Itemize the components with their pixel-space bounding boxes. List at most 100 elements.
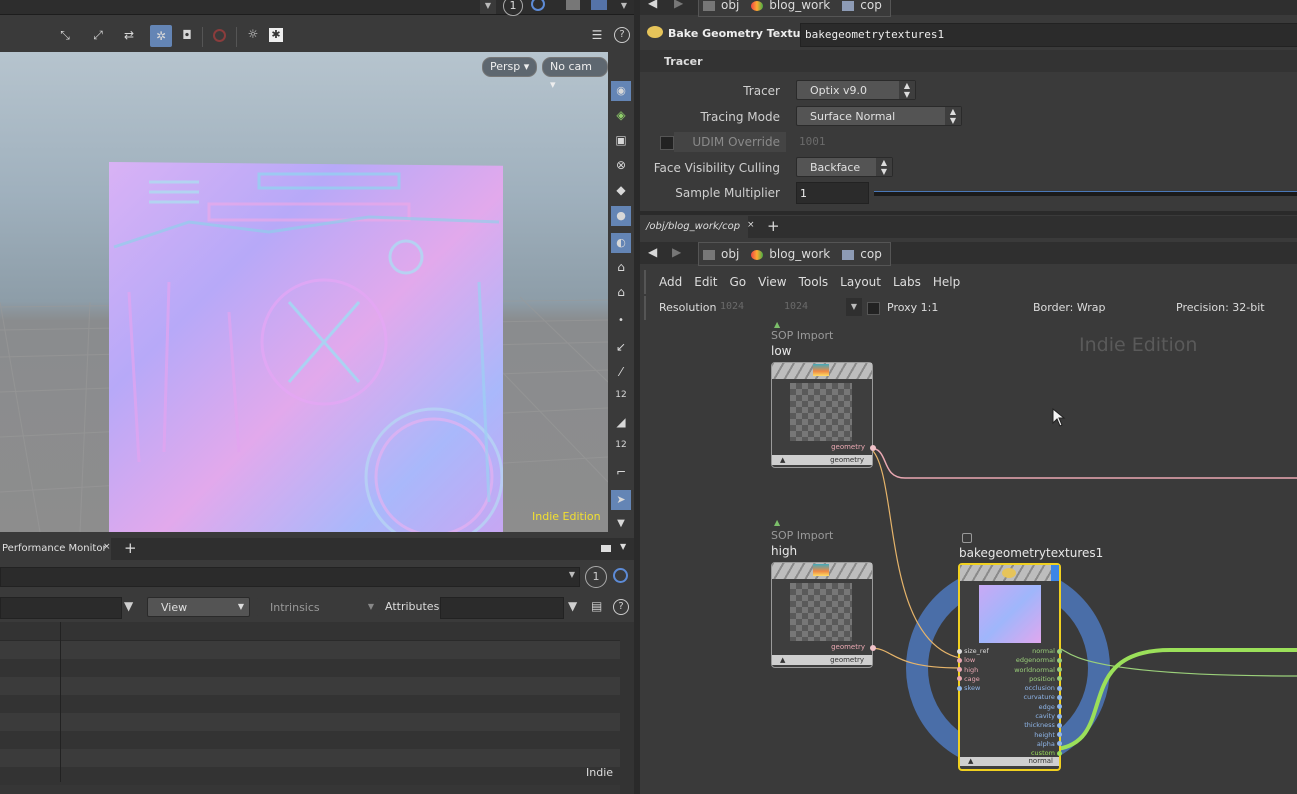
node-bake[interactable]: size_ref low high cage skew normal edgen… <box>957 563 1062 771</box>
lock-icon[interactable] <box>962 533 972 543</box>
panel-menu-icon[interactable]: ▼ <box>620 542 626 551</box>
eye-icon[interactable]: ◉ <box>611 81 631 101</box>
camera2-icon[interactable]: ⌂ <box>611 285 631 299</box>
table-row[interactable] <box>0 731 620 749</box>
breadcrumb-obj[interactable]: obj <box>699 0 747 16</box>
back-arrow-icon[interactable]: ◀ <box>648 245 657 259</box>
breadcrumb-blog-work[interactable]: blog_work <box>747 243 838 265</box>
perspective-menu[interactable]: Persp ▾ <box>482 57 538 77</box>
camera-icon[interactable]: ⌂ <box>611 260 631 274</box>
output-port[interactable] <box>870 645 876 651</box>
attribute-filter-icon[interactable]: ▼ <box>568 599 577 613</box>
network-canvas[interactable]: Indie Edition ▲ SOP Import low geometry … <box>640 320 1297 794</box>
output-port[interactable]: alpha <box>1002 740 1062 749</box>
collapse-icon[interactable]: ▲ <box>780 656 785 664</box>
menu-tools[interactable]: Tools <box>796 270 838 294</box>
add-tab-icon[interactable]: + <box>124 539 137 557</box>
tracer-section-header[interactable]: Tracer <box>640 50 1297 72</box>
menu-add[interactable]: Add <box>656 270 691 294</box>
render-icon[interactable]: ✱ <box>269 28 283 42</box>
collapse-icon[interactable]: ▲ <box>780 456 785 464</box>
filter-icon[interactable]: ▼ <box>124 599 140 615</box>
dropdown-arrow-icon[interactable]: ▼ <box>569 570 575 579</box>
arrow-tool-icon[interactable]: ➤ <box>611 490 631 510</box>
flag-icon[interactable]: ◢ <box>611 415 631 429</box>
node-high[interactable]: geometry ▲ geometry <box>771 562 876 668</box>
dropdown-arrow-icon[interactable]: ▼ <box>616 0 632 14</box>
record-icon[interactable] <box>213 29 226 42</box>
pencil-icon[interactable]: ⁄ <box>611 365 631 379</box>
output-port[interactable]: position <box>1002 675 1062 684</box>
snap-tool-icon[interactable]: ⤢ <box>89 28 107 43</box>
point-icon[interactable]: • <box>611 315 631 326</box>
breadcrumb-cop[interactable]: cop <box>838 0 890 16</box>
view-dropdown[interactable]: View ▼ <box>147 597 250 617</box>
output-port[interactable] <box>870 445 876 451</box>
input-port[interactable]: high <box>957 666 997 675</box>
numbers2-icon[interactable]: 12 <box>611 440 631 450</box>
spreadsheet-table[interactable] <box>0 622 620 794</box>
table-row[interactable] <box>0 641 620 659</box>
back-arrow-icon[interactable]: ◀ <box>648 0 657 10</box>
brush-icon[interactable]: ↙ <box>611 340 631 354</box>
close-tab-icon[interactable]: × <box>747 220 755 230</box>
table-row[interactable] <box>0 749 620 767</box>
output-port[interactable]: worldnormal <box>1002 666 1062 675</box>
intrinsics-dropdown[interactable]: Intrinsics ▼ <box>256 597 380 617</box>
display-flag[interactable] <box>1051 565 1059 581</box>
resolution-menu-icon[interactable]: ▼ <box>846 298 862 316</box>
camera-menu[interactable]: No cam ▾ <box>542 57 608 91</box>
light-icon[interactable]: ● <box>611 206 631 226</box>
sample-multiplier-field[interactable]: 1 <box>796 182 869 204</box>
shade-icon[interactable]: ◆ <box>611 183 631 197</box>
close-tab-icon[interactable]: × <box>103 542 111 552</box>
transform-tool-icon[interactable]: ⇄ <box>120 28 138 42</box>
ghost-icon[interactable]: ◈ <box>611 108 631 122</box>
export-icon[interactable]: ▤ <box>591 599 602 613</box>
wire-icon[interactable]: ⊗ <box>611 158 631 172</box>
table-row[interactable] <box>0 659 620 677</box>
table-row[interactable] <box>0 713 620 731</box>
culling-dropdown[interactable]: Backface ▲ ▼ <box>796 157 893 177</box>
background-icon[interactable]: ◐ <box>611 233 631 253</box>
output-port[interactable]: edgenormal <box>1002 656 1062 665</box>
cube-icon[interactable] <box>566 0 580 10</box>
numbers-icon[interactable]: 12 <box>611 390 631 400</box>
display-icon[interactable] <box>591 0 607 10</box>
menu-layout[interactable]: Layout <box>837 270 890 294</box>
menu-go[interactable]: Go <box>726 270 755 294</box>
add-tab-icon[interactable]: + <box>767 217 780 235</box>
output-port[interactable]: thickness <box>1002 721 1062 730</box>
breadcrumb-obj[interactable]: obj <box>699 243 747 265</box>
lighting-icon[interactable]: ☼ <box>244 27 262 41</box>
forward-arrow-icon[interactable]: ▶ <box>674 0 683 10</box>
attributes-input[interactable] <box>440 597 564 619</box>
resolution-x-field[interactable]: 1024 <box>720 298 780 316</box>
proxy-checkbox[interactable] <box>867 302 880 315</box>
input-port[interactable]: size_ref <box>957 647 997 656</box>
3d-viewport[interactable]: Persp ▾ No cam ▾ Indie Edition <box>0 52 608 532</box>
table-row[interactable] <box>0 677 620 695</box>
handle-tool-icon[interactable]: ⤡ <box>56 28 74 43</box>
tracing-mode-dropdown[interactable]: Surface Normal ▲ ▼ <box>796 106 962 126</box>
screenshot-icon[interactable]: ◘ <box>178 28 196 42</box>
pin-counter[interactable]: 1 <box>585 566 607 588</box>
menu-edit[interactable]: Edit <box>691 270 726 294</box>
path-field[interactable]: ▼ <box>0 567 580 587</box>
tracer-dropdown[interactable]: Optix v9.0 ▲ ▼ <box>796 80 916 100</box>
udim-checkbox[interactable] <box>660 136 674 150</box>
help-icon[interactable]: ? <box>614 27 630 43</box>
resolution-y-field[interactable]: 1024 <box>784 298 844 316</box>
collapse-icon[interactable]: ▲ <box>968 757 973 765</box>
scroll-down-icon[interactable]: ▼ <box>611 518 631 529</box>
tab-performance-monitor[interactable]: Performance Monitor <box>0 538 111 560</box>
breadcrumb-blog-work[interactable]: blog_work <box>747 0 838 16</box>
tab-network-path[interactable]: /obj/blog_work/cop <box>640 216 749 238</box>
node-low[interactable]: geometry ▲ geometry <box>771 362 876 468</box>
output-port[interactable]: occlusion <box>1002 684 1062 693</box>
output-port[interactable]: curvature <box>1002 693 1062 702</box>
select-mode-icon[interactable]: ✲ <box>150 25 172 47</box>
pane-splitter[interactable] <box>640 211 1297 215</box>
filter-input[interactable] <box>0 597 122 619</box>
udim-override-field[interactable]: 1001 <box>796 132 1297 152</box>
